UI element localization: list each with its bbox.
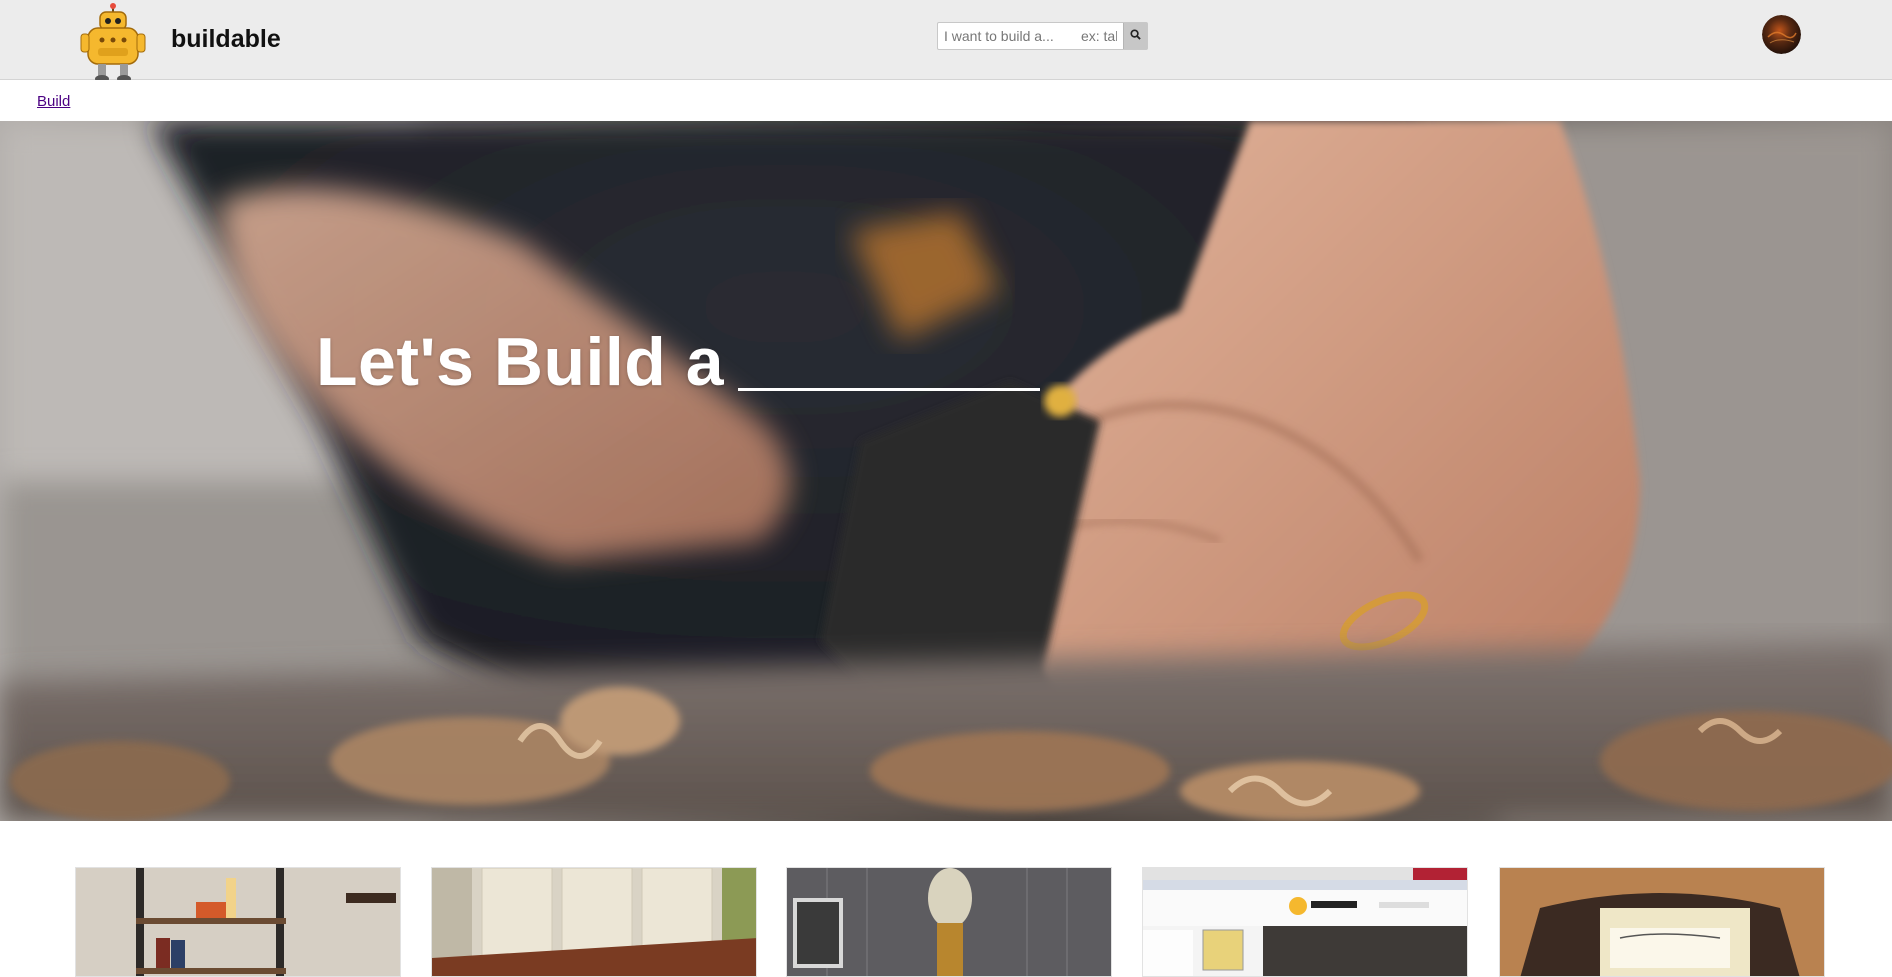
hero-blank-underline xyxy=(738,388,1040,391)
search-icon xyxy=(1130,27,1141,45)
project-card-soap[interactable] xyxy=(1499,867,1825,977)
robot-mascot-icon[interactable] xyxy=(80,2,146,84)
bench-project-image xyxy=(432,868,756,976)
project-card-shelf[interactable] xyxy=(75,867,401,977)
user-avatar-icon[interactable] xyxy=(1762,15,1801,54)
soap-project-image xyxy=(1500,868,1824,976)
top-navigation-bar: buildable xyxy=(0,0,1892,83)
hero-banner: Let's Build a xyxy=(0,121,1892,821)
brand-name[interactable]: buildable xyxy=(171,25,281,54)
lamp-project-image xyxy=(787,868,1111,976)
project-card-bench[interactable] xyxy=(431,867,757,977)
project-card-row xyxy=(0,821,1892,977)
project-card-instructables[interactable] xyxy=(1142,867,1468,977)
search-input[interactable] xyxy=(938,23,1123,49)
instructables-screenshot-image xyxy=(1143,868,1467,976)
build-link[interactable]: Build xyxy=(37,93,70,110)
secondary-nav: Build xyxy=(0,80,1892,121)
shelf-project-image xyxy=(76,868,400,976)
search-button[interactable] xyxy=(1123,23,1147,49)
hero-background-image xyxy=(0,121,1892,821)
search-bar xyxy=(937,22,1148,50)
hero-title: Let's Build a xyxy=(316,324,725,400)
project-card-lamp[interactable] xyxy=(786,867,1112,977)
